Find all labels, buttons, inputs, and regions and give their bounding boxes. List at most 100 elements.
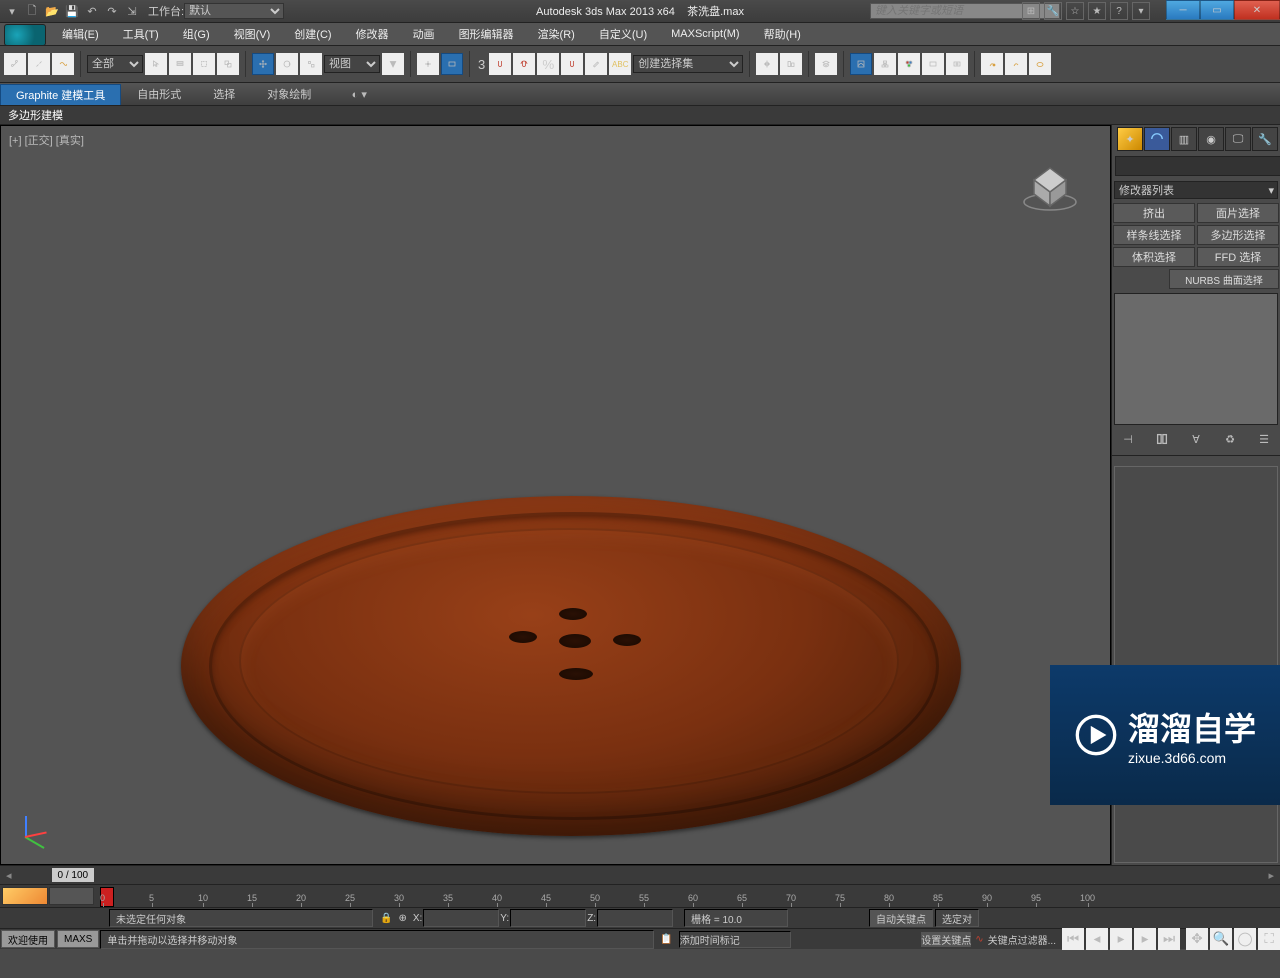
maximize-button[interactable]: ▭ (1200, 0, 1234, 20)
maxscript-btn[interactable]: MAXS (57, 930, 99, 948)
select-region-icon[interactable] (193, 53, 215, 75)
hierarchy-tab-icon[interactable]: ▥ (1171, 127, 1197, 151)
orbit-icon[interactable]: ◯ (1234, 928, 1256, 950)
undo-icon[interactable]: ↶ (84, 3, 100, 19)
pivot-icon[interactable]: ▾ (382, 53, 404, 75)
menu-tools[interactable]: 工具(T) (111, 24, 171, 44)
set-key-btn1[interactable] (2, 887, 48, 905)
x-value[interactable] (423, 909, 499, 927)
menu-modifiers[interactable]: 修改器 (344, 24, 401, 44)
modify-tab-icon[interactable] (1144, 127, 1170, 151)
bind-space-icon[interactable] (52, 53, 74, 75)
menu-create[interactable]: 创建(C) (282, 24, 343, 44)
goto-end-icon[interactable]: ⏭ (1158, 928, 1180, 950)
tool-icon[interactable]: 🔧 (1044, 2, 1062, 20)
menu-views[interactable]: 视图(V) (222, 24, 283, 44)
link-icon[interactable]: ⇲ (124, 3, 140, 19)
save-icon[interactable]: 💾 (64, 3, 80, 19)
script-icon[interactable]: 📋 (660, 934, 672, 945)
menu-maxscript[interactable]: MAXScript(M) (659, 26, 751, 42)
move-tool-icon[interactable] (252, 53, 274, 75)
mod-btn-patchsel[interactable]: 面片选择 (1197, 203, 1279, 223)
align-icon[interactable] (780, 53, 802, 75)
coord-mode-icon[interactable]: ⊕ (398, 913, 406, 924)
frame-indicator[interactable]: 0 / 100 (52, 868, 95, 882)
snap-icon[interactable] (489, 53, 511, 75)
viewcube[interactable] (1020, 156, 1070, 206)
time-tag[interactable]: 添加时间标记 (679, 931, 791, 948)
window-crossing-icon[interactable] (217, 53, 239, 75)
mirror-icon[interactable] (756, 53, 778, 75)
curve-editor-icon[interactable] (850, 53, 872, 75)
rotate-tool-icon[interactable] (276, 53, 298, 75)
setkey-button[interactable]: 设置关键点 (921, 932, 971, 947)
play-icon[interactable]: ▸ (1110, 928, 1132, 950)
autokey-button[interactable]: 自动关键点 (869, 909, 933, 927)
menu-edit[interactable]: 编辑(E) (50, 24, 111, 44)
select-icon[interactable] (145, 53, 167, 75)
edit-set-icon[interactable] (585, 53, 607, 75)
scale-tool-icon[interactable] (300, 53, 322, 75)
help-dropdown-icon[interactable]: ▾ (1132, 2, 1150, 20)
grid-icon[interactable]: ⊞ (1022, 2, 1040, 20)
spinner-snap-icon[interactable] (561, 53, 583, 75)
menu-custom[interactable]: 自定义(U) (587, 24, 659, 44)
fav-icon[interactable]: ★ (1088, 2, 1106, 20)
menu-help[interactable]: 帮助(H) (752, 24, 813, 44)
selection-filter[interactable]: 全部 (87, 55, 143, 73)
modifier-stack[interactable] (1114, 293, 1278, 425)
create-tab-icon[interactable]: ✦ (1117, 127, 1143, 151)
sel-dd[interactable]: 选定对 (935, 909, 979, 927)
ribbon-collapse-icon[interactable]: ◐ ▾ (347, 82, 371, 106)
unique-icon[interactable]: ∀ (1188, 431, 1204, 447)
viewport-label[interactable]: [+] [正交] [真实] (9, 132, 84, 148)
welcome-btn[interactable]: 欢迎使用 (1, 930, 55, 948)
abc-icon[interactable]: ABC (609, 53, 631, 75)
keyboard-shortcut-icon[interactable] (441, 53, 463, 75)
keyfilter-button[interactable]: 关键点过滤器... (988, 932, 1056, 947)
y-value[interactable] (510, 909, 586, 927)
mod-btn-splinesel[interactable]: 样条线选择 (1113, 225, 1195, 245)
named-sel-dropdown[interactable]: 创建选择集 (633, 55, 743, 73)
angle-snap-icon[interactable] (513, 53, 535, 75)
prev-frame-icon[interactable]: ◂ (1086, 928, 1108, 950)
menu-rendering[interactable]: 渲染(R) (526, 24, 587, 44)
app-menu-button[interactable] (4, 24, 46, 46)
time-slider[interactable]: ◂ 0 / 100 ▸ (0, 865, 1280, 885)
menu-group[interactable]: 组(G) (171, 24, 222, 44)
display-tab-icon[interactable]: 🖵 (1225, 127, 1251, 151)
workspace-dropdown[interactable]: 默认 (184, 3, 284, 19)
open-icon[interactable]: 📂 (44, 3, 60, 19)
next-frame-icon[interactable]: ▸ (1134, 928, 1156, 950)
tab-freeform[interactable]: 自由形式 (121, 83, 197, 105)
utilities-tab-icon[interactable]: 🔧 (1252, 127, 1278, 151)
help-icon[interactable]: ? (1110, 2, 1128, 20)
unlink-tool-icon[interactable] (28, 53, 50, 75)
mod-btn-polysel[interactable]: 多边形选择 (1197, 225, 1279, 245)
render-frame-icon[interactable] (946, 53, 968, 75)
close-button[interactable]: ✕ (1234, 0, 1280, 20)
render-setup-icon[interactable] (922, 53, 944, 75)
mod-btn-ffdsel[interactable]: FFD 选择 (1197, 247, 1279, 267)
show-end-icon[interactable] (1154, 431, 1170, 447)
new-icon[interactable]: ▾ (4, 3, 20, 19)
select-name-icon[interactable] (169, 53, 191, 75)
link-tool-icon[interactable] (4, 53, 26, 75)
modifier-list-dropdown[interactable]: 修改器列表 (1114, 181, 1278, 199)
motion-tab-icon[interactable]: ◉ (1198, 127, 1224, 151)
manipulate-icon[interactable] (417, 53, 439, 75)
maximize-vp-icon[interactable]: ⛶ (1258, 928, 1280, 950)
menu-grapheditors[interactable]: 图形编辑器 (447, 24, 526, 44)
workspace-selector[interactable]: 工作台: 默认 (148, 3, 284, 19)
tea-tray-model[interactable] (181, 496, 961, 836)
tab-graphite[interactable]: Graphite 建模工具 (0, 84, 121, 105)
zoom-icon[interactable]: 🔍 (1210, 928, 1232, 950)
mod-btn-extrude[interactable]: 挤出 (1113, 203, 1195, 223)
object-name-input[interactable] (1115, 156, 1280, 176)
tab-selection[interactable]: 选择 (197, 83, 251, 105)
config-icon[interactable]: ☰ (1256, 431, 1272, 447)
z-value[interactable] (597, 909, 673, 927)
new-file-icon[interactable]: 🗋 (24, 3, 40, 19)
minimize-button[interactable]: ─ (1166, 0, 1200, 20)
key-icon[interactable]: ∿ (975, 934, 983, 945)
